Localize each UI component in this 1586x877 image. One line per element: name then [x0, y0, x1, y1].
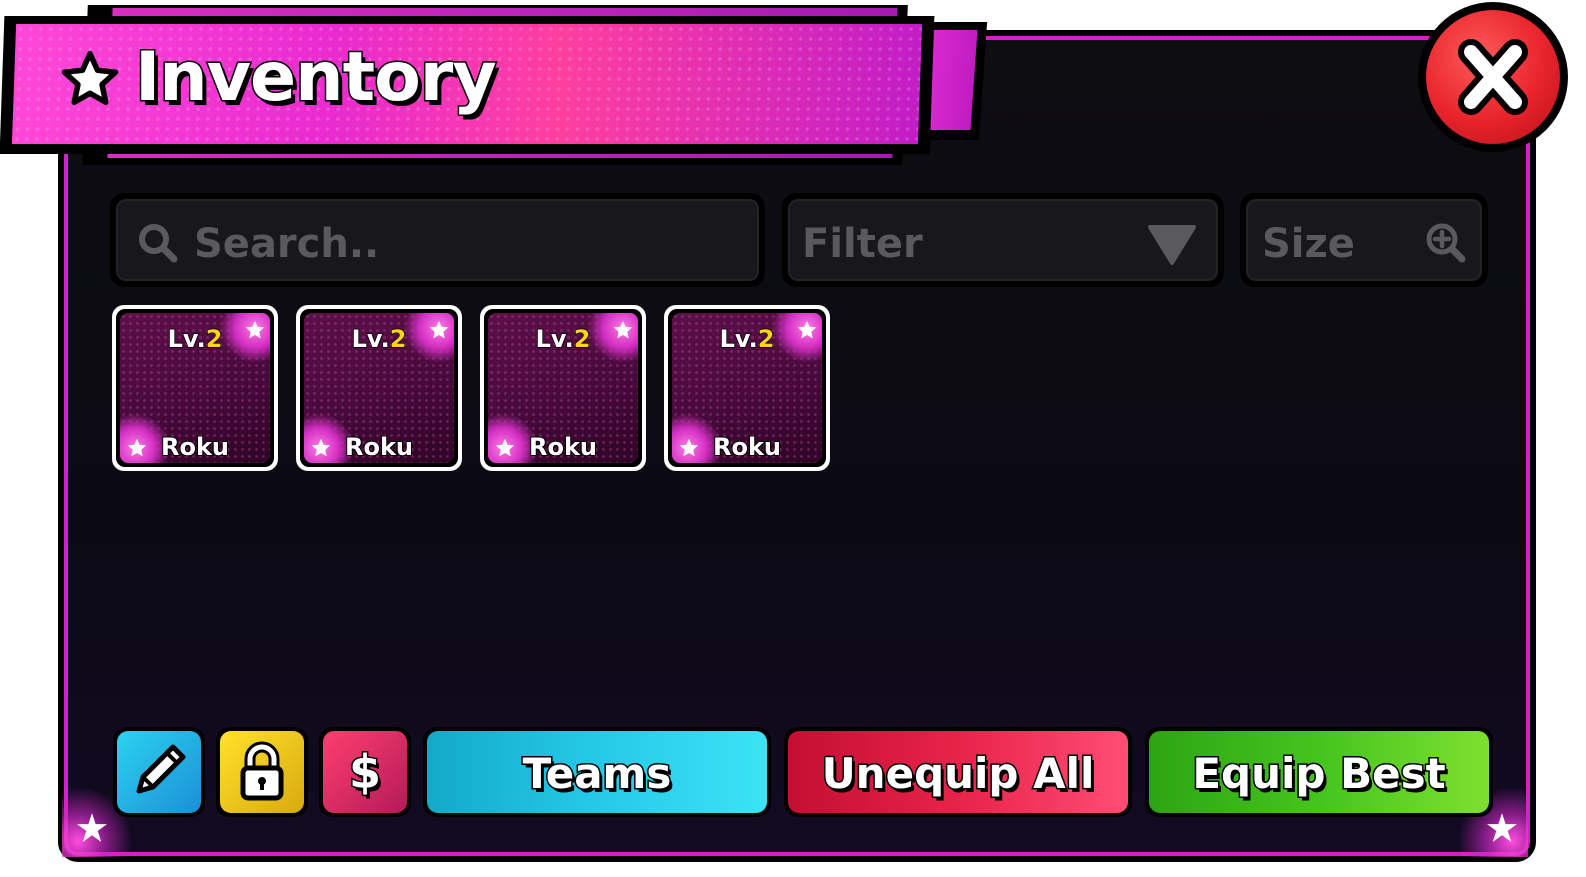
level-number: 2: [757, 324, 775, 354]
search-input[interactable]: Search..: [116, 199, 759, 281]
item-card-background[interactable]: Lv.2 Roku: [120, 313, 270, 463]
favorite-star-icon: [797, 320, 817, 339]
level-number: 2: [573, 324, 591, 354]
unequip-all-button-label: Unequip All: [820, 748, 1096, 800]
inventory-item-card[interactable]: Lv.2 Roku: [112, 305, 278, 471]
level-number: 2: [205, 324, 223, 354]
sparkle-icon: [679, 438, 699, 457]
dollar-icon[interactable]: $: [323, 744, 407, 801]
equip-best-button[interactable]: Equip Best: [1145, 727, 1493, 817]
sparkle-icon: [127, 438, 147, 457]
equip-best-button-face[interactable]: Equip Best: [1149, 731, 1489, 813]
filter-label: Filter: [802, 221, 923, 267]
dropdown-triangle-icon: [1148, 225, 1196, 265]
unequip-all-button[interactable]: Unequip All: [784, 727, 1132, 817]
size-label: Size: [1262, 221, 1355, 267]
inventory-item-card[interactable]: Lv.2 Roku: [664, 305, 830, 471]
filter-dropdown[interactable]: Filter: [782, 193, 1224, 287]
sell-button[interactable]: $: [319, 727, 411, 817]
filter-dropdown-face[interactable]: Filter: [788, 199, 1218, 281]
size-control[interactable]: Size: [1240, 193, 1488, 287]
close-button-face[interactable]: [1426, 10, 1560, 144]
close-icon[interactable]: [1426, 10, 1560, 144]
sparkle-icon: [1487, 813, 1517, 842]
size-control-face[interactable]: Size: [1246, 199, 1482, 281]
edit-button-face[interactable]: [117, 731, 201, 813]
item-card-background[interactable]: Lv.2 Roku: [672, 313, 822, 463]
sparkle-icon: [311, 438, 331, 457]
lock-button[interactable]: [216, 727, 308, 817]
item-card-border[interactable]: Lv.2 Roku: [300, 309, 458, 467]
star-icon: [61, 51, 119, 105]
item-card-border[interactable]: Lv.2 Roku: [484, 309, 642, 467]
lock-icon[interactable]: [220, 731, 304, 813]
level-prefix: Lv.: [719, 324, 759, 354]
inventory-item-card[interactable]: Lv.2 Roku: [296, 305, 462, 471]
search-field[interactable]: Search..: [110, 193, 765, 287]
inventory-item-card[interactable]: Lv.2 Roku: [480, 305, 646, 471]
teams-button-label: Teams: [521, 748, 673, 800]
sparkle-icon: [77, 813, 107, 842]
teams-button-face[interactable]: Teams: [427, 731, 767, 813]
unequip-all-button-face[interactable]: Unequip All: [788, 731, 1128, 813]
item-card-border[interactable]: Lv.2 Roku: [116, 309, 274, 467]
item-card-background[interactable]: Lv.2 Roku: [488, 313, 638, 463]
level-prefix: Lv.: [351, 324, 391, 354]
zoom-in-icon[interactable]: [1424, 221, 1468, 265]
search-placeholder: Search..: [194, 221, 380, 267]
sell-button-face[interactable]: $: [323, 731, 407, 813]
favorite-star-icon: [245, 320, 265, 339]
level-number: 2: [389, 324, 407, 354]
sparkle-icon: [495, 438, 515, 457]
item-card-border[interactable]: Lv.2 Roku: [668, 309, 826, 467]
page-title: Inventory: [134, 37, 499, 119]
lock-button-face[interactable]: [220, 731, 304, 813]
teams-button[interactable]: Teams: [423, 727, 771, 817]
level-prefix: Lv.: [167, 324, 207, 354]
edit-button[interactable]: [113, 727, 205, 817]
item-card-background[interactable]: Lv.2 Roku: [304, 313, 454, 463]
pencil-icon[interactable]: [117, 731, 201, 813]
equip-best-button-label: Equip Best: [1191, 748, 1447, 800]
search-icon: [139, 224, 178, 263]
favorite-star-icon: [429, 320, 449, 339]
close-button[interactable]: [1418, 2, 1568, 152]
level-prefix: Lv.: [535, 324, 575, 354]
favorite-star-icon: [613, 320, 633, 339]
